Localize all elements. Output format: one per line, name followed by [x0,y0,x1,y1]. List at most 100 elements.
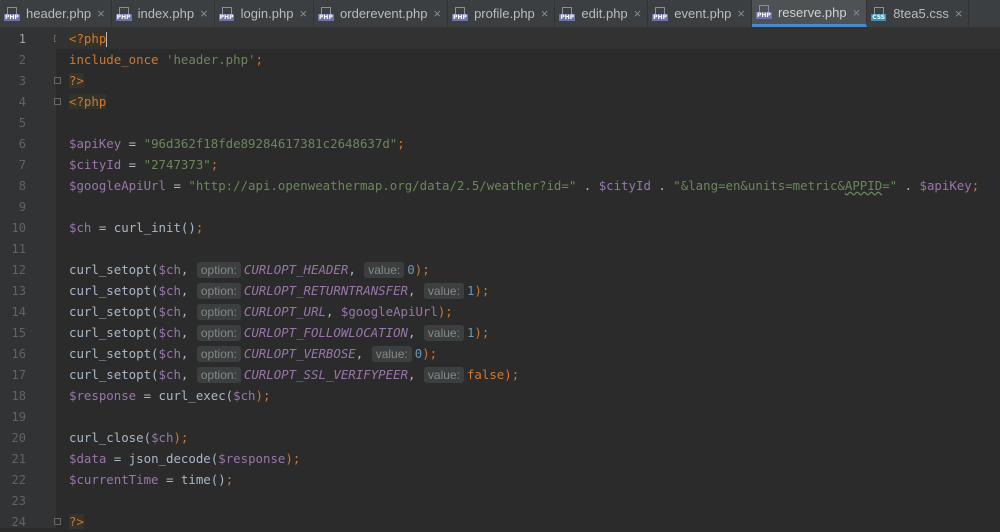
line-number: 12 [11,263,26,277]
parameter-hint: value: [423,367,464,383]
code-line-17[interactable]: curl_setopt($ch, option: CURLOPT_SSL_VERI… [56,364,1000,385]
code-line-18[interactable]: $response = curl_exec($ch); [56,385,1000,406]
function-call: curl_setopt( [69,262,159,277]
close-icon[interactable]: × [955,6,963,21]
line-number: 1 [18,32,26,46]
variable: $cityId [69,157,122,172]
parameter-hint: option: [196,262,241,278]
tab-login-php[interactable]: PHP login.php × [215,0,315,27]
string-literal: "http://api.openweathermap.org/data/2.5/… [188,178,577,193]
string-literal: "96d362f18fde89284617381c2648637d" [143,136,398,151]
line-number: 7 [18,158,26,172]
code-line-13[interactable]: curl_setopt($ch, option: CURLOPT_RETURNTR… [56,280,1000,301]
code-line-10[interactable]: $ch = curl_init(); [56,217,1000,238]
php-file-icon: PHP [218,6,235,21]
semicolon: ); [437,304,453,319]
code-line-16[interactable]: curl_setopt($ch, option: CURLOPT_VERBOSE,… [56,343,1000,364]
php-file-icon: PHP [318,6,334,21]
string-literal: =" [882,178,898,193]
variable: $cityId [598,178,651,193]
php-open-tag: <?php [69,31,107,46]
tab-edit-php[interactable]: PHP edit.php × [555,0,649,27]
line-number: 23 [11,494,26,508]
variable: $ch [158,304,181,319]
tab-reserve-php[interactable]: PHP reserve.php × [751,0,868,27]
semicolon: ); [504,367,520,382]
code-line-22[interactable]: $currentTime = time(); [56,469,1000,490]
php-close-tag: ?> [69,514,84,529]
code-line-6[interactable]: $apiKey = "96d362f18fde89284617381c26486… [56,133,1000,154]
code-line-2[interactable]: include_once 'header.php'; [56,49,1000,70]
code-line-15[interactable]: curl_setopt($ch, option: CURLOPT_FOLLOWLO… [56,322,1000,343]
semicolon: ); [474,283,490,298]
constant: CURLOPT_URL [243,304,326,319]
code-line-3[interactable]: ?> [56,70,1000,91]
code-line-1[interactable]: <?php [56,28,1000,49]
tab-label: 8tea5.css [893,6,949,21]
variable: $ch [158,346,181,361]
code-line-12[interactable]: curl_setopt($ch, option: CURLOPT_HEADER, … [56,259,1000,280]
semicolon: ); [474,325,490,340]
constant: CURLOPT_SSL_VERIFYPEER [243,367,408,382]
tab-label: profile.php [474,6,535,21]
code-line-14[interactable]: curl_setopt($ch, option: CURLOPT_URL, $go… [56,301,1000,322]
close-icon[interactable]: × [541,6,549,21]
tab-label: login.php [240,6,294,21]
line-number: 9 [18,200,26,214]
close-icon[interactable]: × [299,6,307,21]
code-line-8[interactable]: $googleApiUrl = "http://api.openweatherm… [56,175,1000,196]
close-icon[interactable]: × [200,6,208,21]
close-icon[interactable]: × [433,6,441,21]
variable: $apiKey [919,178,972,193]
variable: $response [218,451,286,466]
php-file-icon: PHP [452,6,468,21]
line-number: 18 [11,389,26,403]
close-icon[interactable]: × [97,6,105,21]
parameter-hint: option: [196,283,241,299]
variable: $ch [158,367,181,382]
semicolon: ; [397,136,405,151]
argument-value: 0 [407,262,415,277]
line-number: 17 [11,368,26,382]
close-icon[interactable]: × [737,6,745,21]
line-number: 3 [18,74,26,88]
tab-8tea5-css[interactable]: CSS 8tea5.css × [867,0,970,27]
tab-orderevent-php[interactable]: PHP orderevent.php × [314,0,449,27]
tab-profile-php[interactable]: PHP profile.php × [448,0,556,27]
line-number: 15 [11,326,26,340]
css-file-icon: CSS [871,6,887,21]
line-number: 14 [11,305,26,319]
line-number: 4 [18,95,26,109]
semicolon: ; [225,472,234,487]
text-caret [106,32,108,47]
code-line-24[interactable]: ?> [56,511,1000,532]
code-line-20[interactable]: curl_close($ch); [56,427,1000,448]
tab-index-php[interactable]: PHP index.php × [112,0,215,27]
php-file-icon: PHP [755,5,772,19]
code-line-21[interactable]: $data = json_decode($response); [56,448,1000,469]
function-call: curl_setopt( [69,325,159,340]
php-file-icon: PHP [4,6,20,21]
close-icon[interactable]: × [634,6,642,21]
php-open-tag: <?php [69,94,107,109]
code-line-4[interactable]: <?php [56,91,1000,112]
close-icon[interactable]: × [853,5,861,20]
typo-warning: APPID [844,178,883,193]
code-line-7[interactable]: $cityId = "2747373"; [56,154,1000,175]
tab-label: index.php [137,6,195,21]
variable: $ch [69,220,92,235]
line-number: 16 [11,347,26,361]
function-call: curl_setopt( [69,346,159,361]
variable: $response [69,388,137,403]
variable: $ch [158,283,181,298]
tab-event-php[interactable]: PHP event.php × [648,0,752,27]
line-number: 5 [18,116,26,130]
constant: CURLOPT_RETURNTRANSFER [243,283,408,298]
line-number: 8 [18,179,26,193]
line-number: 2 [18,53,26,67]
tab-header-php[interactable]: PHP header.php × [0,0,112,27]
semicolon: ; [195,220,204,235]
function-call: curl_close( [69,430,152,445]
string-literal: "2747373" [143,157,211,172]
code-editor[interactable]: <?php include_once 'header.php'; ?> <?ph… [56,28,1000,529]
